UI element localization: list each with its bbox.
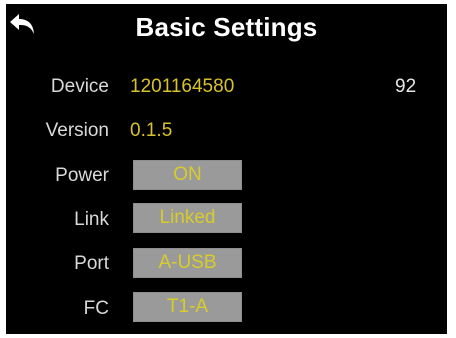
version-label: Version (45, 120, 109, 141)
device-extra-value: 92 (395, 76, 417, 97)
header-bar: Basic Settings (6, 4, 447, 52)
port-label: Port (74, 253, 109, 274)
link-label: Link (74, 209, 109, 230)
power-button[interactable]: ON (133, 160, 242, 190)
fc-button[interactable]: T1-A (133, 292, 242, 322)
power-label: Power (55, 165, 109, 186)
device-label: Device (50, 76, 109, 97)
port-button[interactable]: A-USB (133, 248, 242, 278)
settings-screen: Basic Settings Device 1201164580 92 Vers… (6, 4, 447, 334)
page-title: Basic Settings (135, 12, 318, 42)
device-value: 1201164580 (130, 76, 235, 97)
link-button[interactable]: Linked (133, 203, 242, 233)
version-value: 0.1.5 (130, 120, 173, 141)
fc-label: FC (83, 298, 109, 319)
